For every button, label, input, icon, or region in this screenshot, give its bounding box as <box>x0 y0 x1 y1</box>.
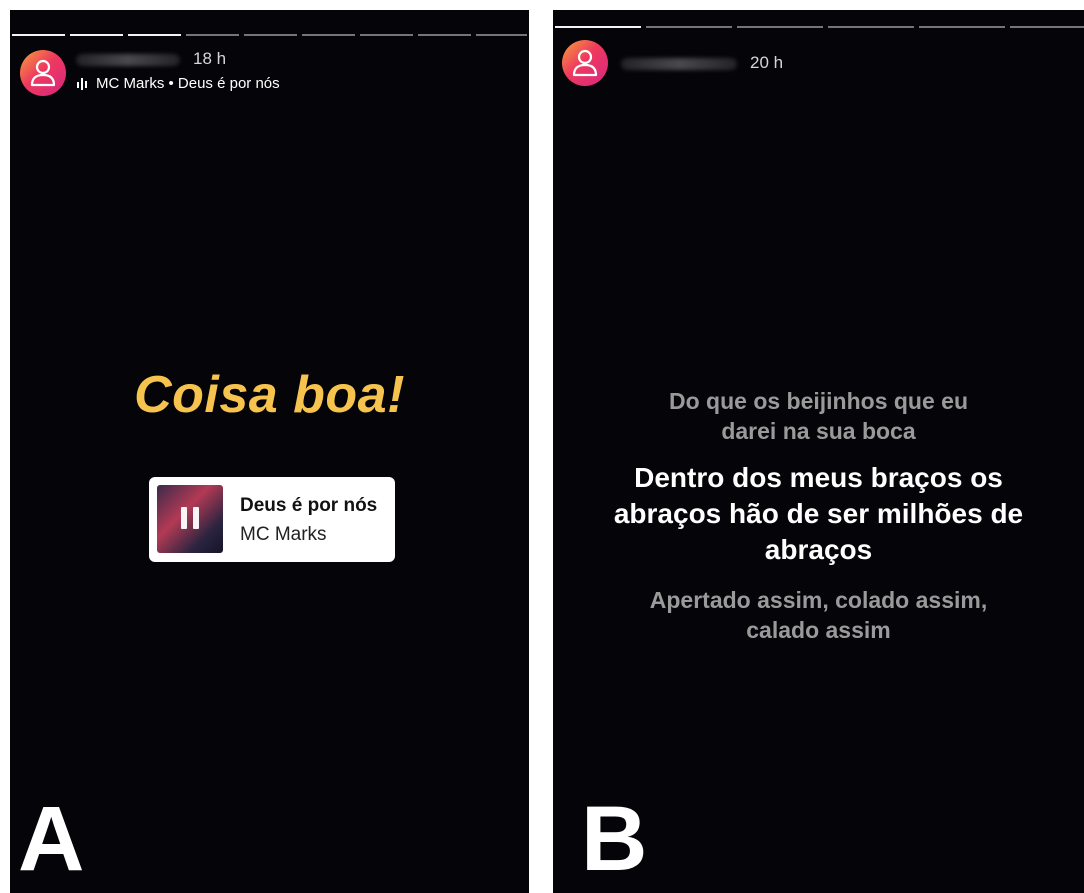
username-blurred[interactable] <box>76 54 180 66</box>
progress-segment <box>1010 26 1084 28</box>
progress-segment <box>244 34 297 36</box>
story-caption: Coisa boa! <box>134 366 405 424</box>
story-time: 18 h <box>193 49 227 68</box>
music-attribution-text: MC Marks • Deus é por nós <box>96 75 280 92</box>
progress-segment <box>418 34 471 36</box>
progress-segment <box>360 34 413 36</box>
lyric-line: calado assim <box>746 617 891 643</box>
sticker-artist: MC Marks <box>240 524 327 545</box>
progress-segment <box>302 34 355 36</box>
progress-segment <box>919 26 1005 28</box>
sticker-song-title: Deus é por nós <box>240 495 378 516</box>
story-progress-bar <box>10 34 529 37</box>
lyric-line: Do que os beijinhos que eu <box>668 388 969 414</box>
progress-segment <box>476 34 527 36</box>
avatar[interactable] <box>20 50 66 96</box>
progress-segment <box>828 26 914 28</box>
progress-segment <box>70 34 123 36</box>
lyrics-next: Apertado assim, colado assim, calado ass… <box>553 585 1084 645</box>
progress-segment <box>737 26 823 28</box>
user-icon <box>572 49 598 77</box>
music-attribution[interactable]: MC Marks • Deus é por nós <box>77 75 280 92</box>
progress-segment <box>555 26 641 28</box>
lyric-line: Dentro dos meus braços os <box>634 462 1003 493</box>
progress-segment <box>186 34 239 36</box>
story-time: 20 h <box>750 53 784 72</box>
story-panel-b[interactable]: 20 h Do que os beijinhos que eu darei na… <box>553 10 1084 893</box>
pause-icon[interactable] <box>178 505 202 531</box>
progress-segment <box>128 34 181 36</box>
story-panel-a[interactable]: 18 h MC Marks • Deus é por nós Coisa boa… <box>10 10 529 893</box>
panel-label: A <box>18 788 85 890</box>
story-progress-bar <box>553 26 1084 29</box>
panel-label: B <box>581 788 648 890</box>
lyrics-previous: Do que os beijinhos que eu darei na sua … <box>553 386 1084 446</box>
lyric-line: darei na sua boca <box>721 418 916 444</box>
music-sticker[interactable]: Deus é por nós MC Marks <box>149 477 395 562</box>
lyric-line: abraços hão de ser milhões de <box>613 498 1024 529</box>
lyrics-current: Dentro dos meus braços os abraços hão de… <box>553 460 1084 568</box>
user-icon <box>30 59 56 87</box>
progress-segment <box>12 34 65 36</box>
lyric-line: abraços <box>764 534 873 565</box>
album-cover <box>157 485 223 553</box>
audio-bars-icon <box>77 78 87 91</box>
avatar[interactable] <box>562 40 608 86</box>
username-blurred[interactable] <box>621 58 737 70</box>
progress-segment <box>646 26 732 28</box>
lyric-line: Apertado assim, colado assim, <box>649 587 988 613</box>
